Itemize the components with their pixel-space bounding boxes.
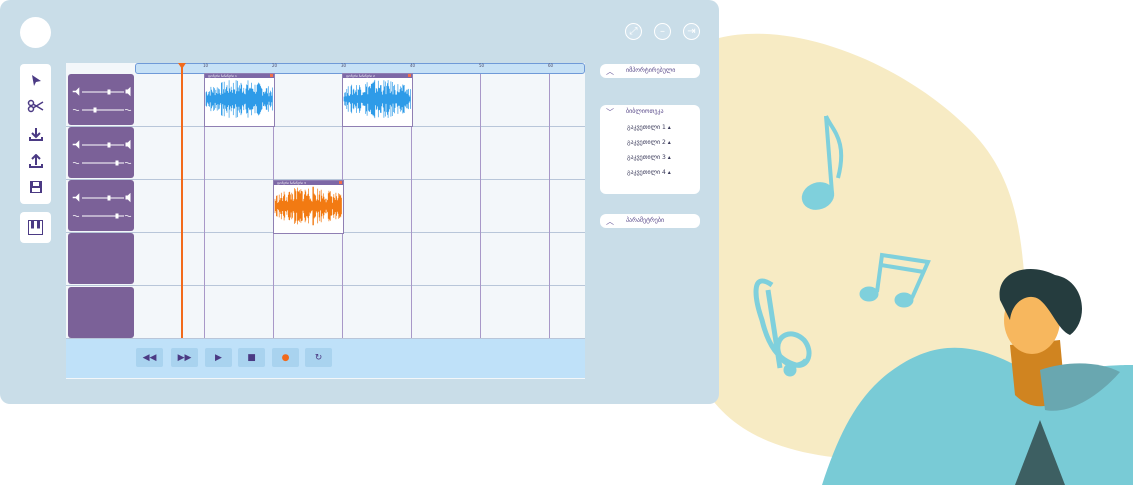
play-icon[interactable]: ▶: [205, 348, 232, 367]
waveform-path: [205, 80, 273, 118]
chevron-up-icon[interactable]: ︿: [606, 66, 614, 77]
track-controls: [72, 87, 132, 113]
clip-header: ფონური ჩანაწერი 1: [205, 74, 274, 78]
ruler-tick-label: 50: [479, 63, 485, 68]
playhead[interactable]: [181, 64, 183, 338]
ruler-tick-label: 10: [203, 63, 209, 68]
chevron-down-icon[interactable]: ﹀: [606, 107, 614, 118]
expand-icon[interactable]: ⤢: [625, 23, 642, 40]
waveform: [343, 79, 411, 119]
library-item[interactable]: გაკვეთილი 1 ▴: [627, 124, 671, 131]
audio-clip[interactable]: ფონური ჩანაწერი 3: [273, 180, 344, 234]
panel-title: პარამეტრები: [626, 217, 665, 224]
grid-line: [480, 72, 481, 338]
clip-close-icon[interactable]: [270, 74, 273, 77]
clip-close-icon[interactable]: [408, 74, 411, 77]
track-header-1[interactable]: [68, 74, 134, 125]
clip-close-icon[interactable]: [339, 181, 342, 184]
clip-name: ფონური ჩანაწერი 2: [346, 74, 375, 78]
minimize-icon[interactable]: –: [654, 23, 671, 40]
clip-name: ფონური ჩანაწერი 3: [277, 181, 306, 185]
track-controls: [72, 140, 132, 166]
waveform-path: [343, 79, 411, 119]
clip-name: ფონური ჩანაწერი 1: [208, 74, 237, 78]
record-icon[interactable]: ●: [272, 348, 299, 367]
track-divider: [66, 126, 585, 127]
clip-header: ფონური ჩანაწერი 2: [343, 74, 412, 78]
fast-forward-icon[interactable]: ▶▶: [171, 348, 198, 367]
track-controls: [72, 193, 132, 219]
panel-title: იმპორტირებული: [626, 67, 676, 74]
track-divider: [66, 285, 585, 286]
waveform-path: [274, 186, 342, 226]
track-header-3[interactable]: [68, 180, 134, 231]
track-header-4[interactable]: [68, 233, 134, 284]
track-header-5[interactable]: [68, 287, 134, 338]
stop-icon[interactable]: ■: [238, 348, 265, 367]
panel-title: ბიბლიოთეკა: [626, 108, 664, 115]
save-icon[interactable]: [20, 175, 51, 199]
waveform: [205, 80, 273, 118]
piano-icon: [28, 220, 43, 235]
scissors-icon[interactable]: [20, 94, 51, 118]
track-header-2[interactable]: [68, 127, 134, 178]
loop-icon[interactable]: ↻: [305, 348, 332, 367]
cursor-icon[interactable]: [20, 68, 51, 92]
ruler-tick-label: 40: [410, 63, 416, 68]
import-panel[interactable]: ︿ იმპორტირებული: [600, 64, 700, 78]
grid-line: [549, 72, 550, 338]
user-avatar[interactable]: [20, 17, 51, 48]
library-item[interactable]: გაკვეთილი 4 ▴: [627, 169, 671, 176]
piano-button[interactable]: [20, 212, 51, 243]
tool-palette: [20, 64, 51, 204]
exit-icon[interactable]: ⇥: [683, 23, 700, 40]
settings-panel[interactable]: ︿ პარამეტრები: [600, 214, 700, 228]
rewind-icon[interactable]: ◀◀: [136, 348, 163, 367]
waveform: [274, 186, 342, 226]
library-item[interactable]: გაკვეთილი 3 ▴: [627, 154, 671, 161]
clip-header: ფონური ჩანაწერი 3: [274, 181, 343, 185]
download-icon[interactable]: [20, 122, 51, 146]
library-item[interactable]: გაკვეთილი 2 ▴: [627, 139, 671, 146]
ruler-tick-label: 30: [341, 63, 347, 68]
chevron-up-icon[interactable]: ︿: [606, 216, 614, 227]
audio-clip[interactable]: ფონური ჩანაწერი 2: [342, 73, 413, 127]
upload-icon[interactable]: [20, 149, 51, 173]
playhead-handle[interactable]: [178, 63, 186, 69]
ruler-tick-label: 20: [272, 63, 278, 68]
library-panel[interactable]: ﹀ ბიბლიოთეკა გაკვეთილი 1 ▴ გაკვეთილი 2 ▴…: [600, 105, 700, 194]
audio-clip[interactable]: ფონური ჩანაწერი 1: [204, 73, 275, 127]
ruler-tick-label: 60: [548, 63, 554, 68]
